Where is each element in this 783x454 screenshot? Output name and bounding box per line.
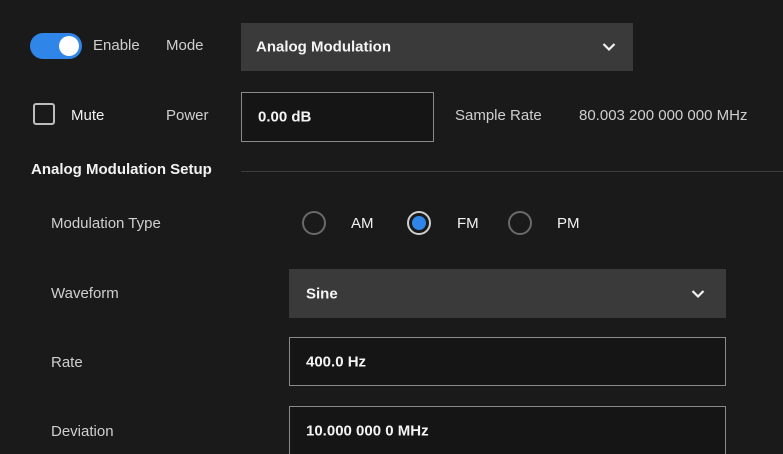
mode-select-value: Analog Modulation	[256, 38, 391, 56]
toggle-knob	[59, 36, 79, 56]
rate-label: Rate	[51, 354, 83, 371]
modulation-type-label: Modulation Type	[51, 215, 161, 232]
section-title: Analog Modulation Setup	[31, 161, 212, 178]
mute-checkbox[interactable]	[33, 103, 55, 125]
section-divider	[241, 171, 783, 172]
radio-am-label: AM	[351, 215, 374, 232]
chevron-down-icon	[602, 43, 616, 52]
waveform-select[interactable]: Sine	[289, 269, 726, 318]
waveform-label: Waveform	[51, 285, 119, 302]
radio-fm-dot	[412, 216, 426, 230]
sample-rate-value: 80.003 200 000 000 MHz	[579, 107, 748, 124]
rate-input[interactable]: 400.0 Hz	[289, 337, 726, 386]
enable-toggle[interactable]	[30, 33, 82, 59]
power-input-value: 0.00 dB	[258, 108, 312, 126]
radio-fm[interactable]	[407, 211, 431, 235]
chevron-down-icon	[691, 289, 705, 298]
rate-input-value: 400.0 Hz	[306, 353, 367, 370]
mode-select[interactable]: Analog Modulation	[241, 23, 633, 71]
power-input[interactable]: 0.00 dB	[241, 92, 434, 142]
radio-pm-label: PM	[557, 215, 580, 232]
mode-label: Mode	[166, 37, 204, 54]
mute-label: Mute	[71, 107, 105, 124]
radio-am[interactable]	[302, 211, 326, 235]
radio-fm-label: FM	[457, 215, 479, 232]
radio-pm[interactable]	[508, 211, 532, 235]
waveform-select-value: Sine	[306, 285, 338, 302]
deviation-input-value: 10.000 000 0 MHz	[306, 422, 429, 439]
deviation-input[interactable]: 10.000 000 0 MHz	[289, 406, 726, 454]
enable-label: Enable	[93, 37, 140, 54]
sample-rate-label: Sample Rate	[455, 107, 542, 124]
power-label: Power	[166, 107, 209, 124]
deviation-label: Deviation	[51, 423, 114, 440]
